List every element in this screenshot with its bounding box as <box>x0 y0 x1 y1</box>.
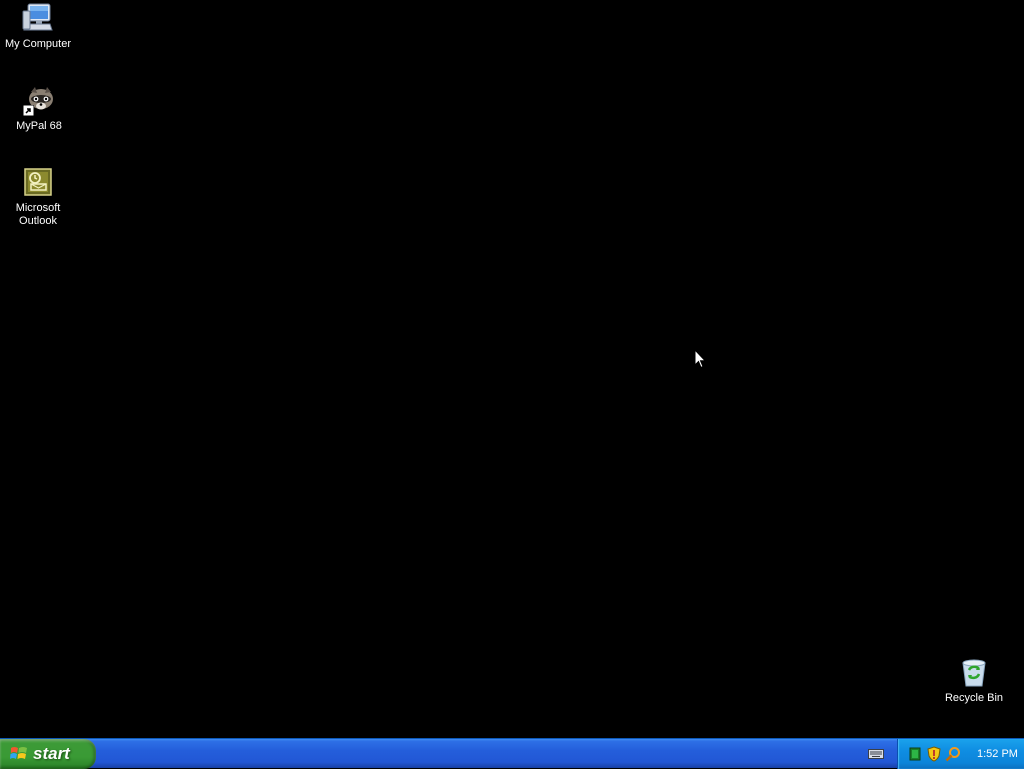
desktop-icon-label: My Computer <box>4 38 72 50</box>
keyboard-language-icon[interactable] <box>866 746 886 762</box>
desktop[interactable]: My Computer MyPal 68 Microsoft Outlook R… <box>0 0 1024 738</box>
taskbar: start 1:52 PM <box>0 738 1024 769</box>
windows-flag-icon <box>10 745 28 763</box>
desktop-icon-recycle-bin[interactable]: Recycle Bin <box>936 656 1012 705</box>
mypal-browser-icon <box>23 84 55 116</box>
search-magnifier-icon[interactable] <box>945 746 961 762</box>
desktop-icon-outlook[interactable]: Microsoft Outlook <box>0 166 76 228</box>
clock[interactable]: 1:52 PM <box>977 748 1018 760</box>
network-icon[interactable] <box>907 746 923 762</box>
outlook-icon <box>22 166 54 198</box>
mouse-cursor-icon <box>694 349 707 369</box>
recycle-bin-icon <box>958 656 990 688</box>
desktop-icon-label: MyPal 68 <box>16 120 62 132</box>
system-tray: 1:52 PM <box>897 739 1024 769</box>
start-button[interactable]: start <box>0 739 96 769</box>
shortcut-arrow-icon <box>23 105 34 116</box>
start-label: start <box>33 744 70 763</box>
desktop-icon-label: Recycle Bin <box>944 692 1004 704</box>
security-shield-icon[interactable] <box>926 746 942 762</box>
desktop-icon-my-computer[interactable]: My Computer <box>0 2 76 51</box>
desktop-icon-label: Microsoft Outlook <box>15 202 61 227</box>
desktop-icon-mypal[interactable]: MyPal 68 <box>1 84 77 133</box>
my-computer-icon <box>22 2 54 34</box>
